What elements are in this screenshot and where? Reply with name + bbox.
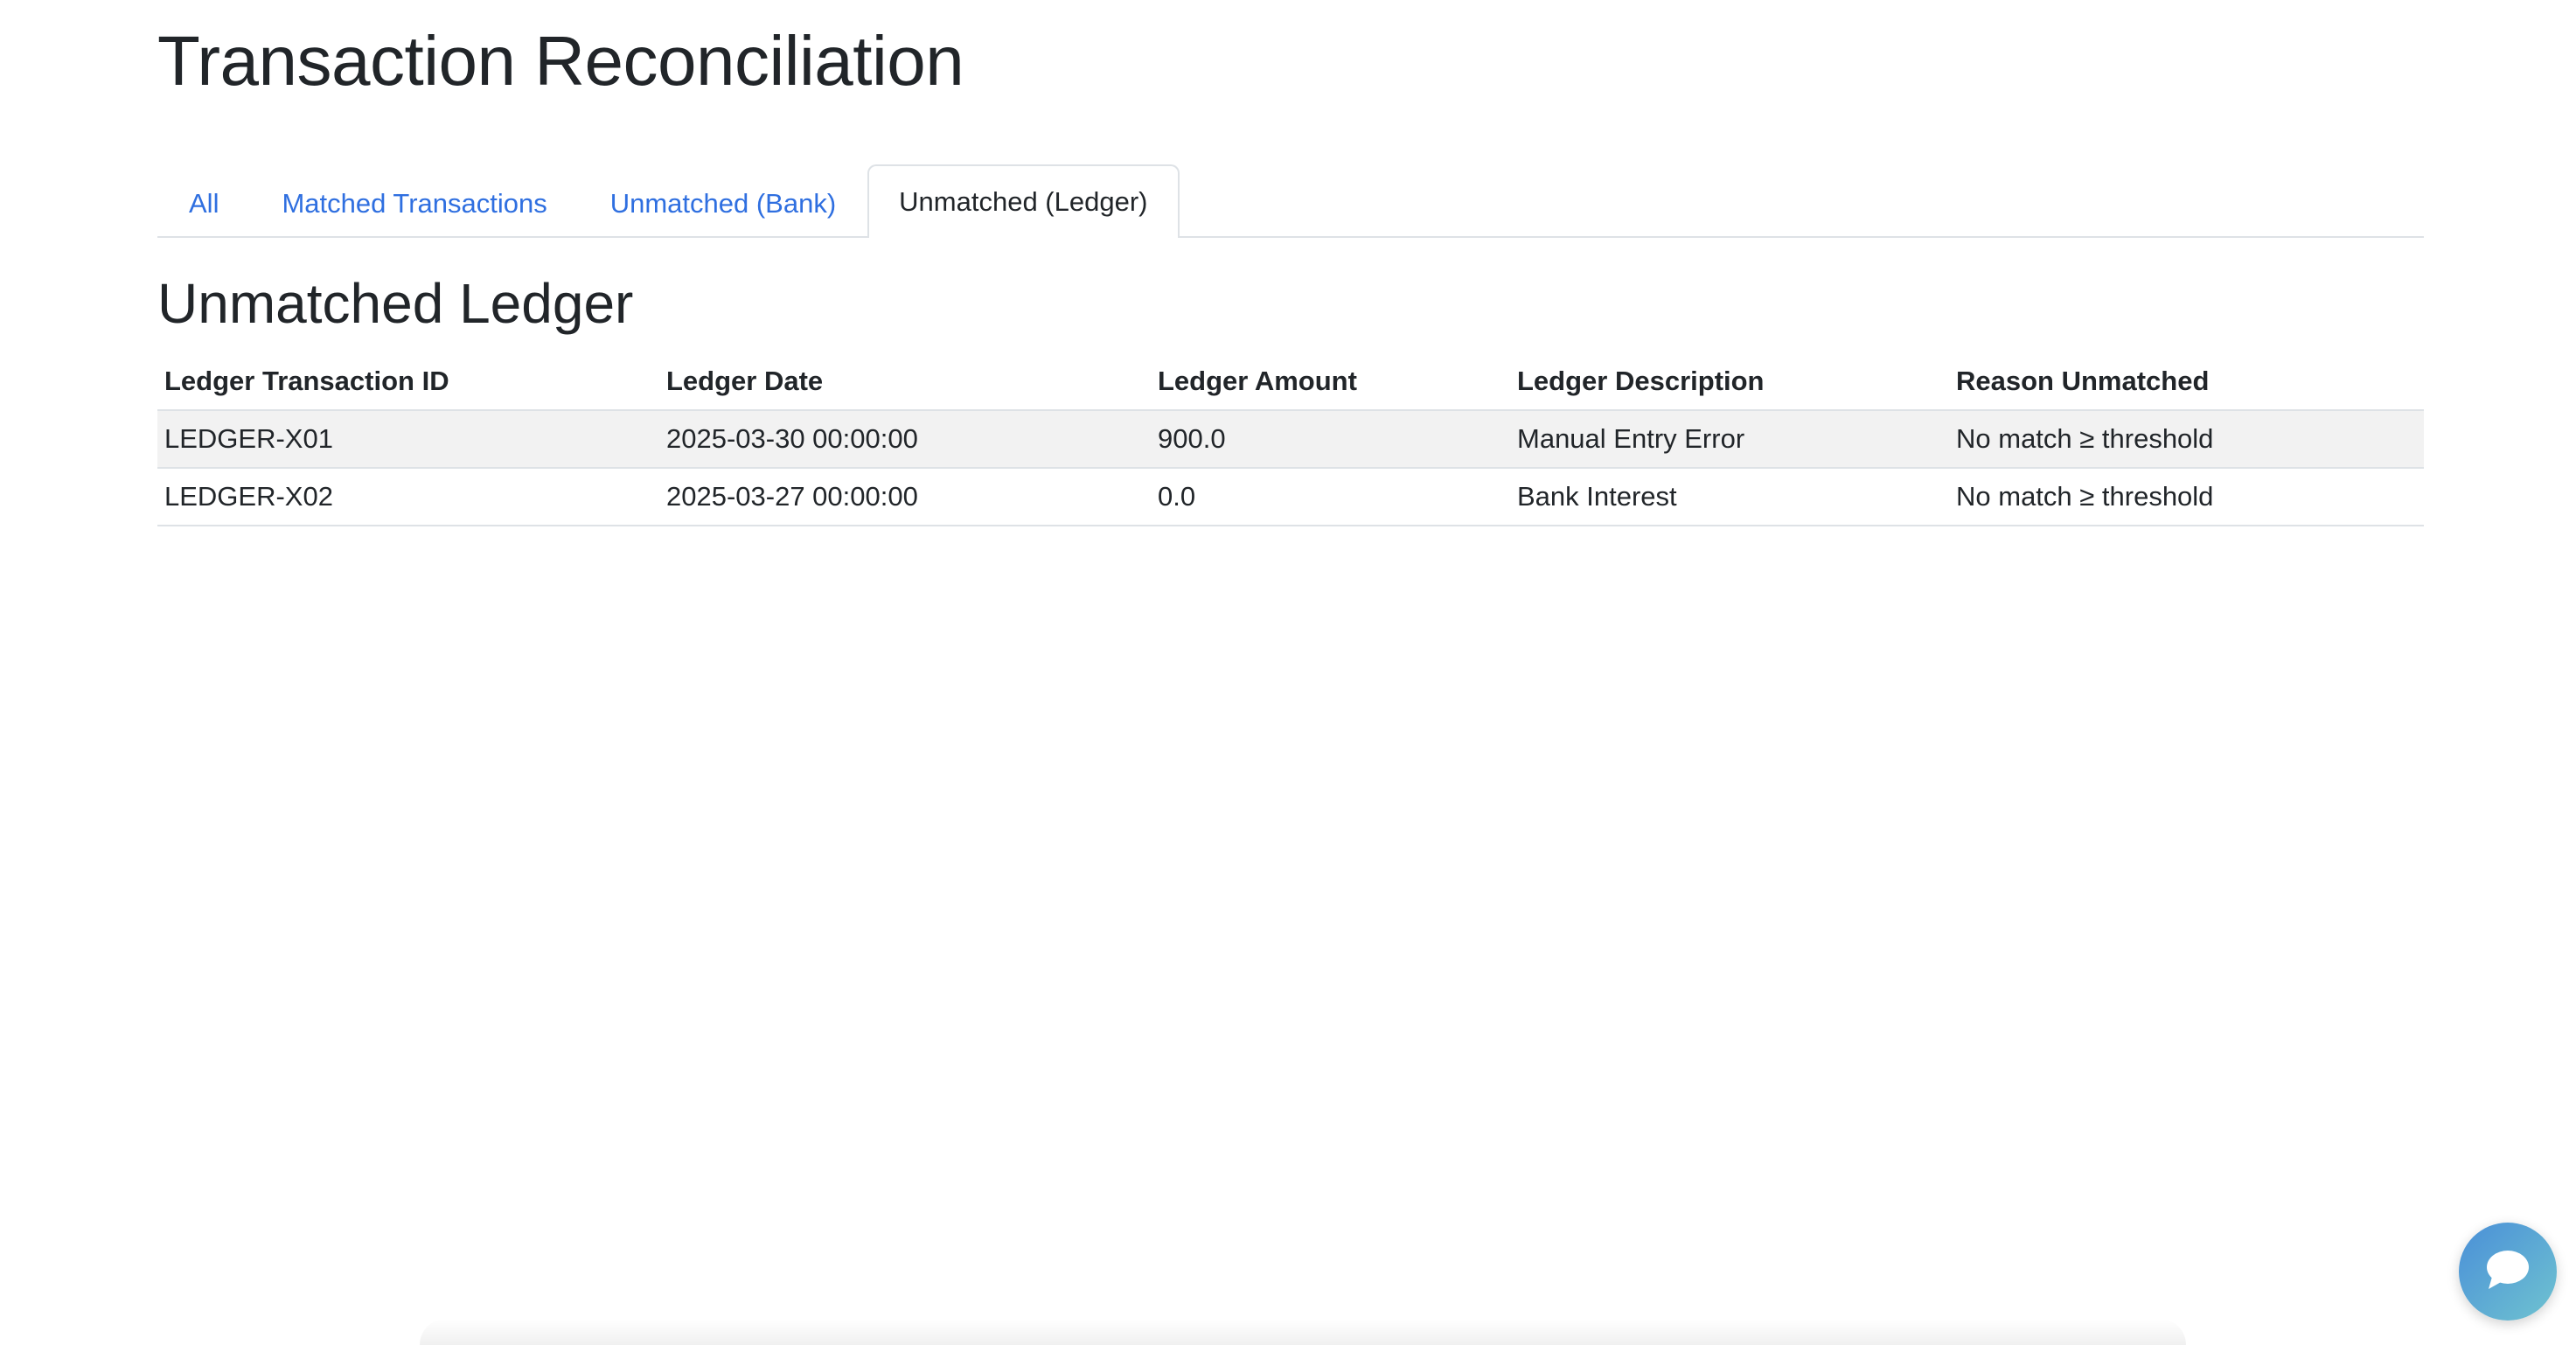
cell-ledger-date: 2025-03-30 00:00:00 xyxy=(659,410,1151,469)
cell-ledger-amount: 0.0 xyxy=(1151,468,1510,526)
column-header-reason-unmatched: Reason Unmatched xyxy=(1949,353,2424,411)
unmatched-ledger-table: Ledger Transaction ID Ledger Date Ledger… xyxy=(157,353,2424,526)
main-container: Transaction Reconciliation All Matched T… xyxy=(157,0,2424,526)
page-title: Transaction Reconciliation xyxy=(157,22,964,100)
section-title: Unmatched Ledger xyxy=(157,272,634,335)
cell-reason-unmatched: No match ≥ threshold xyxy=(1949,410,2424,469)
cell-ledger-amount: 900.0 xyxy=(1151,410,1510,469)
tab-all[interactable]: All xyxy=(157,168,250,238)
tab-unmatched-bank[interactable]: Unmatched (Bank) xyxy=(579,168,867,238)
page: Transaction Reconciliation All Matched T… xyxy=(0,0,2576,1345)
bottom-bar-shadow xyxy=(420,1319,2186,1345)
chat-button[interactable] xyxy=(2459,1223,2557,1321)
table-header-row: Ledger Transaction ID Ledger Date Ledger… xyxy=(157,353,2424,411)
tab-unmatched-ledger[interactable]: Unmatched (Ledger) xyxy=(867,164,1180,238)
table-row: LEDGER-X02 2025-03-27 00:00:00 0.0 Bank … xyxy=(157,468,2424,526)
column-header-ledger-transaction-id: Ledger Transaction ID xyxy=(157,353,659,411)
chat-bubble-icon xyxy=(2483,1247,2532,1297)
cell-ledger-transaction-id: LEDGER-X02 xyxy=(157,468,659,526)
column-header-ledger-description: Ledger Description xyxy=(1510,353,1949,411)
column-header-ledger-date: Ledger Date xyxy=(659,353,1151,411)
cell-ledger-description: Bank Interest xyxy=(1510,468,1949,526)
cell-ledger-description: Manual Entry Error xyxy=(1510,410,1949,469)
cell-ledger-transaction-id: LEDGER-X01 xyxy=(157,410,659,469)
tab-bar: All Matched Transactions Unmatched (Bank… xyxy=(157,164,2424,238)
column-header-ledger-amount: Ledger Amount xyxy=(1151,353,1510,411)
cell-reason-unmatched: No match ≥ threshold xyxy=(1949,468,2424,526)
cell-ledger-date: 2025-03-27 00:00:00 xyxy=(659,468,1151,526)
tab-matched-transactions[interactable]: Matched Transactions xyxy=(250,168,578,238)
table-row: LEDGER-X01 2025-03-30 00:00:00 900.0 Man… xyxy=(157,410,2424,469)
